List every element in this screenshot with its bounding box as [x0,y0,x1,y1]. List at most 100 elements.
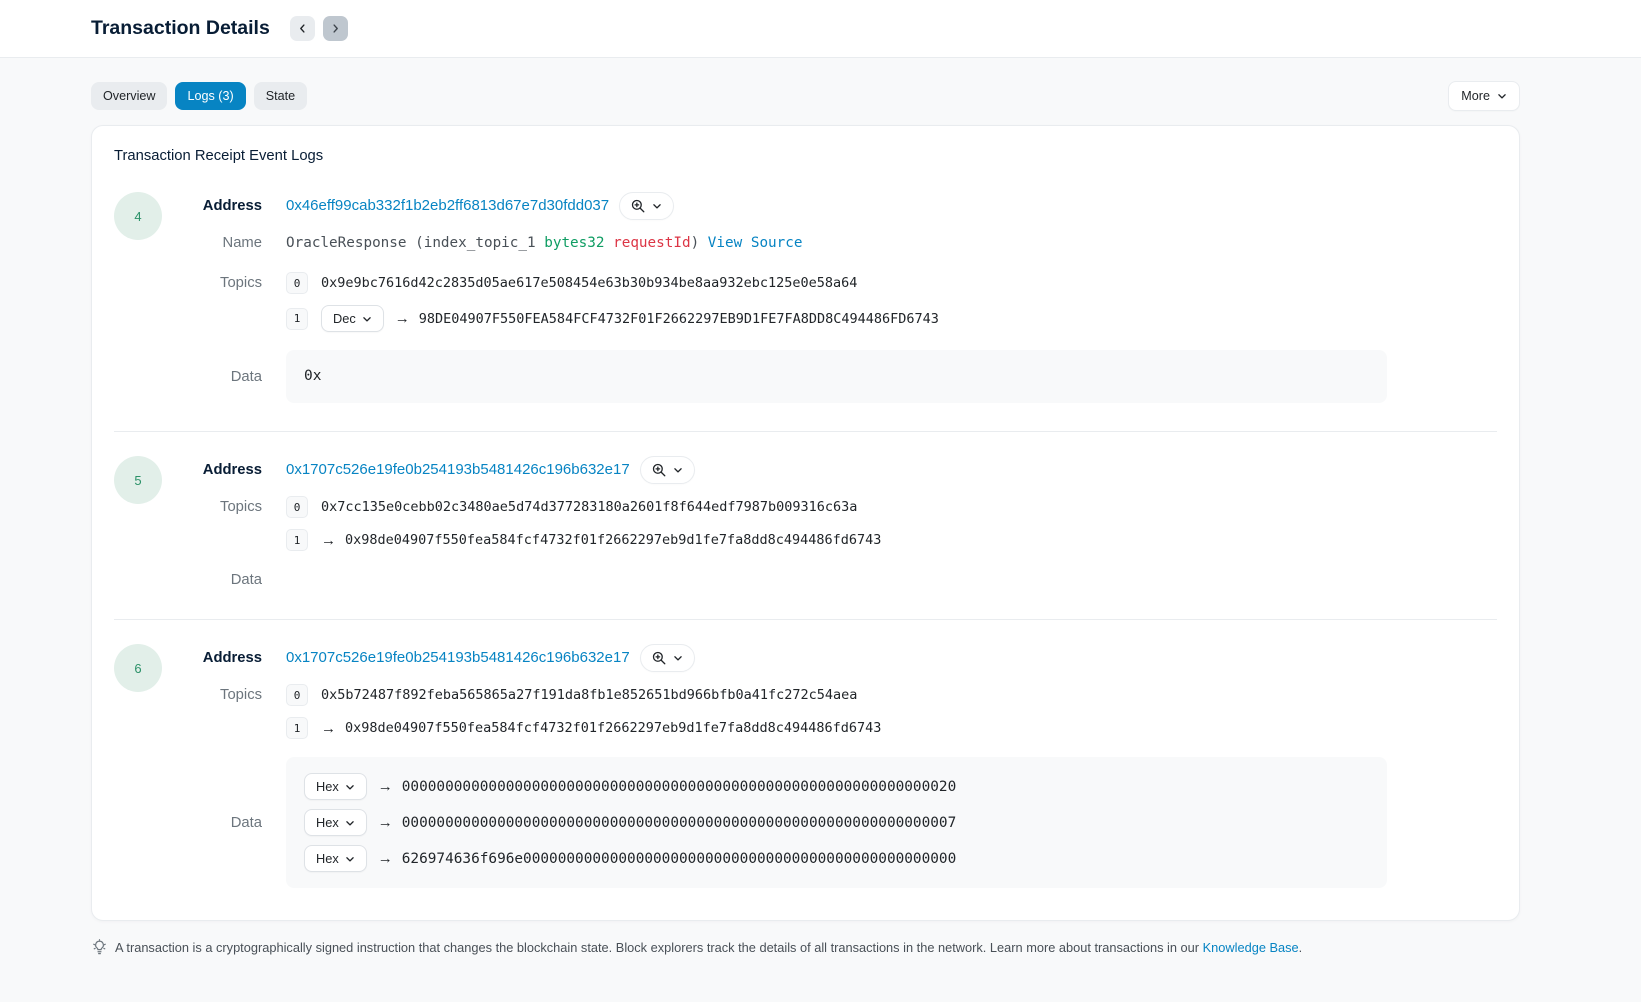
address-label: Address [162,459,262,481]
lightbulb-icon [91,939,108,956]
arrow-right-icon: → [321,721,336,736]
topics-label: Topics [162,684,262,706]
tab-logs-3[interactable]: Logs (3) [175,82,245,111]
arrow-right-icon: → [378,815,393,830]
tab-bar: Overview Logs (3) State [91,82,307,111]
more-dropdown-button[interactable]: More [1448,81,1520,111]
page: Transaction Details Overview Logs (3) Stat… [0,0,1641,1002]
data-row: DataHex→00000000000000000000000000000000… [162,757,1497,888]
chevron-down-icon [673,465,683,475]
address-link[interactable]: 0x1707c526e19fe0b254193b5481426c196b632e… [286,459,630,481]
log-badge-column: 5 [114,456,162,591]
chevron-down-icon [652,201,662,211]
data-box: Hex → 000000000000000000000000000000000000… [286,757,1387,888]
event-param-type: bytes32 [544,235,604,251]
topics-list: 00x9e9bc7616d42c2835d05ae617e508454e63b3… [286,272,939,332]
more-button-label: More [1461,89,1490,103]
log-index-badge: 5 [114,456,162,504]
topics-list: 00x5b72487f892feba565865a27f191da8fb1e85… [286,684,881,739]
topics-row: Topics 00x5b72487f892feba565865a27f191da8… [162,684,1497,739]
topic-value: 0x7cc135e0cebb02c3480ae5d74d377283180a26… [321,499,857,515]
address-zoom-button[interactable] [640,644,695,672]
event-signature-suffix: ) [691,235,700,251]
page-header: Transaction Details [0,0,1641,58]
encoding-select[interactable]: Hex [304,773,367,800]
topic-index-badge: 1 [286,717,308,739]
chevron-down-icon [345,782,355,792]
log-entry-rows: Address0x1707c526e19fe0b254193b5481426c1… [162,644,1497,888]
name-row: Name OracleResponse (index_topic_1 bytes3… [162,232,1497,254]
data-box: 0x [286,350,1387,403]
data-label: Data [162,569,262,591]
address-link[interactable]: 0x1707c526e19fe0b254193b5481426c196b632e… [286,647,630,669]
tab-overview[interactable]: Overview [91,82,167,111]
event-signature: OracleResponse (index_topic_1 bytes32 re… [286,232,802,254]
footer-text-body: A transaction is a cryptographically sig… [115,940,1203,955]
topic-value: 0x9e9bc7616d42c2835d05ae617e508454e63b30… [321,275,857,291]
address-row: Address 0x46eff99cab332f1b2eb2ff6813d67e7… [162,192,1497,220]
log-badge-column: 6 [114,644,162,888]
chevron-right-icon [330,23,341,34]
log-entry: 6Address0x1707c526e19fe0b254193b5481426c… [114,619,1497,894]
topic-line: 1 → 0x98de04907f550fea584fcf4732f01f266229… [286,529,881,551]
topic-line: 1Dec→98DE04907F550FEA584FCF4732F01F26622… [286,305,939,332]
chevron-left-icon [297,23,308,34]
chevron-down-icon [345,854,355,864]
footer-text-suffix: . [1299,940,1303,955]
encoding-select[interactable]: Hex [304,809,367,836]
event-param-name: requestId [613,235,690,251]
topics-label: Topics [162,496,262,518]
topic-index-badge: 0 [286,684,308,706]
page-title: Transaction Details [91,17,270,40]
topic-value: 0x98de04907f550fea584fcf4732f01f2662297e… [345,720,881,736]
log-entry-rows: Address 0x46eff99cab332f1b2eb2ff6813d67e7… [162,192,1497,403]
zoom-plus-icon [631,199,645,213]
name-label: Name [162,232,262,254]
arrow-right-icon: → [395,311,410,326]
main-content: OverviewLogs (3)State More Transaction R… [0,58,1641,1002]
footer-text: A transaction is a cryptographically sig… [115,940,1302,955]
topic-value: 0x98de04907f550fea584fcf4732f01f2662297e… [345,532,881,548]
address-zoom-button[interactable] [619,192,674,220]
topic-value: 98DE04907F550FEA584FCF4732F01F2662297EB9… [419,311,939,327]
zoom-plus-icon [652,463,666,477]
log-entry-rows: Address 0x1707c526e19fe0b254193b5481426c1… [162,456,1497,591]
topics-row: Topics 0 0x7cc135e0cebb02c3480ae5d74d37728… [162,496,1497,551]
encoding-select[interactable]: Hex [304,845,367,872]
address-row: Address 0x1707c526e19fe0b254193b5481426c1… [162,456,1497,484]
address-content: 0x1707c526e19fe0b254193b5481426c196b632e… [286,644,695,672]
view-source-link[interactable]: View Source [708,235,803,251]
encoding-select-label: Hex [316,779,339,794]
address-label: Address [162,195,262,217]
data-word-line: Hex→626974636f696e0000000000000000000000… [304,845,1369,872]
zoom-plus-icon [652,651,666,665]
arrow-right-icon: → [321,533,336,548]
chevron-down-icon [345,818,355,828]
data-row: Data [162,569,1497,591]
encoding-select[interactable]: Dec [321,305,384,332]
encoding-select-label: Dec [333,311,356,326]
topic-index-badge: 0 [286,496,308,518]
topic-line: 0 0x7cc135e0cebb02c3480ae5d74d377283180a2… [286,496,881,518]
previous-transaction-button[interactable] [290,16,315,41]
topic-index-badge: 1 [286,529,308,551]
page-footer: A transaction is a cryptographically sig… [91,939,1520,1002]
next-transaction-button[interactable] [323,16,348,41]
log-entry: 5Address 0x1707c526e19fe0b254193b5481426c… [114,431,1497,619]
knowledge-base-link[interactable]: Knowledge Base [1203,940,1299,955]
data-row: Data0x [162,350,1497,403]
address-content: 0x46eff99cab332f1b2eb2ff6813d67e7d30fdd0… [286,192,674,220]
arrow-right-icon: → [378,851,393,866]
chevron-down-icon [362,314,372,324]
log-index-badge: 6 [114,644,162,692]
event-logs-card: Transaction Receipt Event Logs 4Address0… [91,125,1520,921]
address-zoom-button[interactable] [640,456,695,484]
event-signature-prefix: OracleResponse (index_topic_1 [286,235,544,251]
address-row: Address0x1707c526e19fe0b254193b5481426c1… [162,644,1497,672]
topic-line: 00x5b72487f892feba565865a27f191da8fb1e85… [286,684,881,706]
data-word-value: 0000000000000000000000000000000000000000… [402,815,957,831]
topics-list: 0 0x7cc135e0cebb02c3480ae5d74d377283180a2… [286,496,881,551]
address-link[interactable]: 0x46eff99cab332f1b2eb2ff6813d67e7d30fdd0… [286,195,609,217]
log-list: 4Address0x46eff99cab332f1b2eb2ff6813d67e… [114,192,1497,894]
tab-state[interactable]: State [254,82,307,111]
